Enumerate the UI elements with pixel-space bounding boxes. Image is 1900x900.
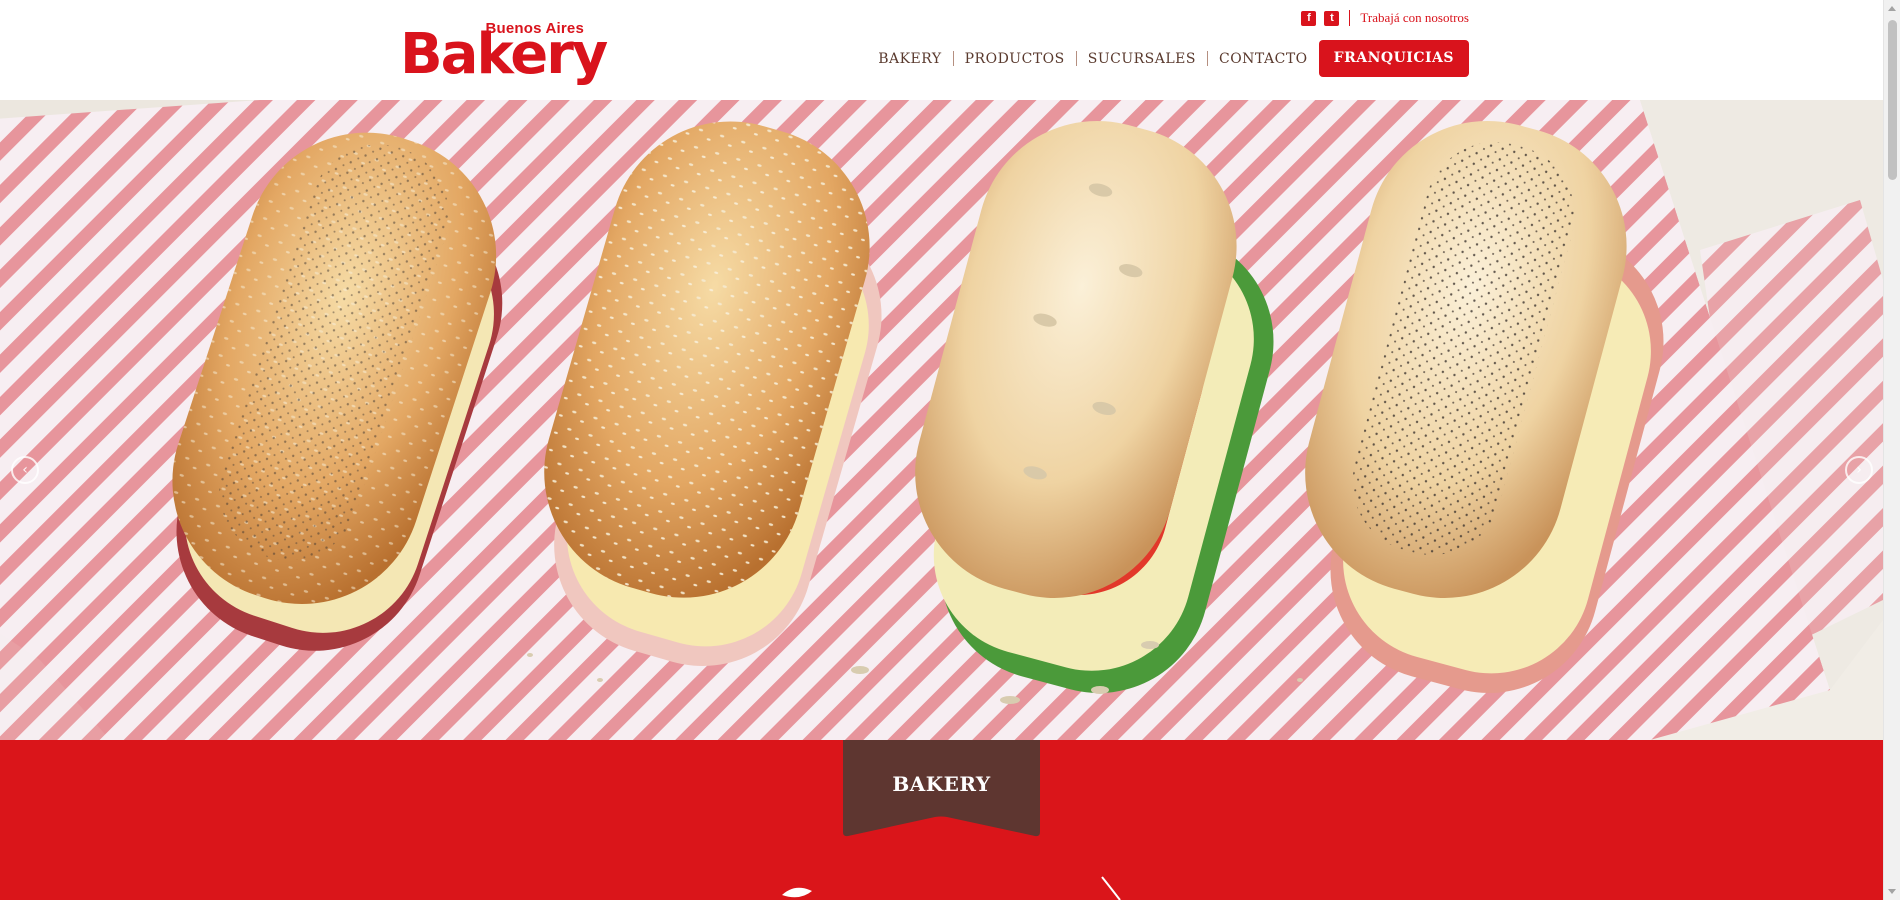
facebook-icon[interactable]: f (1301, 10, 1317, 26)
bakery-logo[interactable]: Buenos Aires Bakery (400, 16, 608, 87)
hero-image (0, 100, 1883, 740)
decorative-leaf-icon (782, 887, 812, 898)
logo-title: Bakery (400, 22, 608, 87)
topbar: f t Trabajá con nosotros (1301, 10, 1469, 26)
decorative-stroke-icon (1101, 876, 1121, 900)
twitter-icon[interactable]: t (1324, 10, 1340, 26)
nav-item-productos[interactable]: PRODUCTOS (954, 51, 1076, 67)
site-header: Buenos Aires Bakery f t Trabajá con noso… (0, 0, 1883, 100)
scroll-thumb[interactable] (1888, 20, 1897, 180)
topbar-divider (1349, 10, 1351, 26)
scroll-up-icon[interactable] (1888, 6, 1896, 11)
bakery-section: BAKERY (0, 740, 1883, 900)
chevron-left-icon[interactable]: ‹ (11, 456, 39, 484)
franquicias-button[interactable]: FRANQUICIAS (1318, 40, 1469, 77)
hero-slider: ‹ › (0, 100, 1883, 740)
nav-item-contacto[interactable]: CONTACTO (1208, 51, 1319, 67)
nav-item-bakery[interactable]: BAKERY (867, 51, 952, 67)
scroll-down-icon[interactable] (1888, 889, 1896, 894)
section-title: BAKERY (892, 772, 991, 796)
nav-item-sucursales[interactable]: SUCURSALES (1077, 51, 1207, 67)
page-scrollbar[interactable] (1883, 0, 1900, 900)
chevron-right-icon[interactable]: › (1845, 456, 1873, 484)
main-nav: BAKERY PRODUCTOS SUCURSALES CONTACTO FRA… (867, 40, 1469, 77)
work-with-us-link[interactable]: Trabajá con nosotros (1360, 10, 1469, 26)
